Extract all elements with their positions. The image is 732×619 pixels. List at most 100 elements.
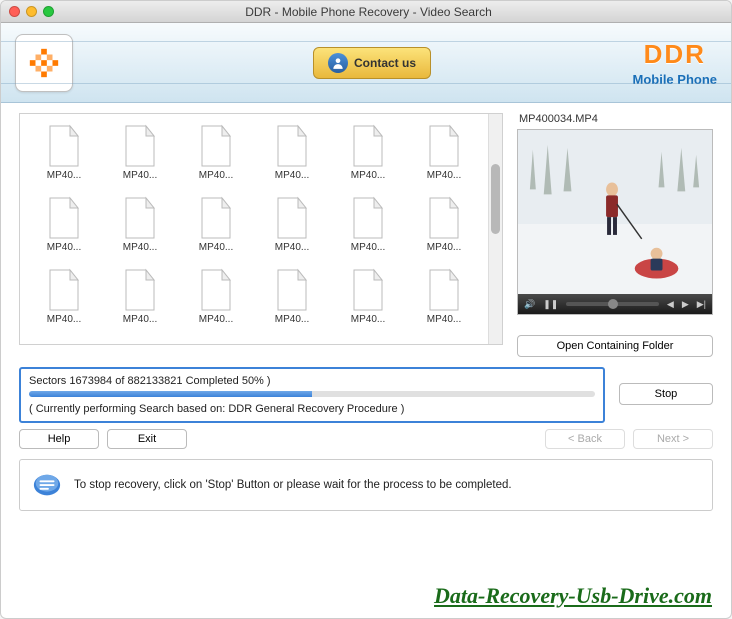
file-icon — [196, 196, 236, 240]
file-icon — [120, 268, 160, 312]
file-icon — [272, 124, 312, 168]
file-item[interactable]: MP40... — [256, 124, 328, 190]
file-label: MP40... — [275, 170, 309, 181]
file-item[interactable]: MP40... — [28, 196, 100, 262]
file-icon — [44, 124, 84, 168]
progress-panel: Sectors 1673984 of 882133821 Completed 5… — [19, 367, 605, 423]
file-item[interactable]: MP40... — [104, 268, 176, 334]
brand-main: DDR — [633, 39, 718, 70]
file-item[interactable]: MP40... — [28, 268, 100, 334]
file-icon — [120, 196, 160, 240]
minimize-icon[interactable] — [26, 6, 37, 17]
app-logo — [15, 34, 73, 92]
file-icon — [348, 124, 388, 168]
next-icon[interactable]: ▶| — [697, 299, 706, 310]
window-title: DDR - Mobile Phone Recovery - Video Sear… — [54, 5, 683, 19]
file-item[interactable]: MP40... — [180, 196, 252, 262]
watermark: Data-Recovery-Usb-Drive.com — [434, 583, 712, 609]
file-list-panel: MP40... MP40... MP40... MP40... MP40... MP40.… — [19, 113, 503, 357]
next-button[interactable]: Next > — [633, 429, 713, 449]
prev-icon[interactable]: ◀ — [667, 299, 674, 310]
file-label: MP40... — [47, 242, 81, 253]
hint-panel: To stop recovery, click on 'Stop' Button… — [19, 459, 713, 511]
file-icon — [196, 124, 236, 168]
scrollbar-thumb[interactable] — [491, 164, 500, 234]
file-icon — [44, 196, 84, 240]
maximize-icon[interactable] — [43, 6, 54, 17]
person-icon — [328, 53, 348, 73]
volume-icon[interactable]: 🔊 — [524, 299, 535, 310]
file-label: MP40... — [47, 314, 81, 325]
file-icon — [424, 196, 464, 240]
file-icon — [272, 196, 312, 240]
file-icon — [196, 268, 236, 312]
file-label: MP40... — [351, 242, 385, 253]
content-area: MP40... MP40... MP40... MP40... MP40... MP40.… — [1, 103, 731, 363]
file-item[interactable]: MP40... — [104, 196, 176, 262]
exit-button[interactable]: Exit — [107, 429, 187, 449]
seek-knob[interactable] — [608, 299, 618, 309]
file-label: MP40... — [427, 314, 461, 325]
file-label: MP40... — [275, 242, 309, 253]
file-icon — [120, 124, 160, 168]
file-item[interactable]: MP40... — [28, 124, 100, 190]
file-item[interactable]: MP40... — [256, 196, 328, 262]
help-button[interactable]: Help — [19, 429, 99, 449]
file-grid-container: MP40... MP40... MP40... MP40... MP40... MP40.… — [19, 113, 503, 345]
file-item[interactable]: MP40... — [332, 196, 404, 262]
file-item[interactable]: MP40... — [408, 196, 480, 262]
file-item[interactable]: MP40... — [180, 124, 252, 190]
file-label: MP40... — [199, 314, 233, 325]
file-grid: MP40... MP40... MP40... MP40... MP40... MP40.… — [20, 114, 488, 344]
file-label: MP40... — [123, 314, 157, 325]
play-icon[interactable]: ▶ — [682, 299, 689, 310]
contact-us-label: Contact us — [354, 56, 416, 70]
file-item[interactable]: MP40... — [180, 268, 252, 334]
preview-thumbnail — [518, 130, 712, 314]
file-icon — [348, 196, 388, 240]
progress-row: Sectors 1673984 of 882133821 Completed 5… — [1, 367, 731, 423]
info-icon — [32, 470, 62, 500]
titlebar: DDR - Mobile Phone Recovery - Video Sear… — [1, 1, 731, 23]
nav-row: Help Exit < Back Next > — [1, 423, 731, 455]
hint-text: To stop recovery, click on 'Stop' Button… — [74, 479, 512, 491]
brand-block: DDR Mobile Phone — [633, 39, 718, 87]
stop-button[interactable]: Stop — [619, 383, 713, 405]
file-icon — [424, 124, 464, 168]
file-icon — [424, 268, 464, 312]
contact-us-button[interactable]: Contact us — [313, 47, 431, 79]
file-item[interactable]: MP40... — [408, 268, 480, 334]
progress-status-text: Sectors 1673984 of 882133821 Completed 5… — [29, 375, 595, 387]
close-icon[interactable] — [9, 6, 20, 17]
video-controls: 🔊 ❚❚ ◀ ▶ ▶| — [518, 294, 712, 314]
file-label: MP40... — [275, 314, 309, 325]
video-preview[interactable]: 🔊 ❚❚ ◀ ▶ ▶| — [517, 129, 713, 315]
traffic-lights — [9, 6, 54, 17]
file-label: MP40... — [427, 242, 461, 253]
file-label: MP40... — [351, 170, 385, 181]
file-item[interactable]: MP40... — [256, 268, 328, 334]
brand-sub: Mobile Phone — [633, 72, 718, 87]
pause-icon[interactable]: ❚❚ — [543, 299, 558, 310]
file-item[interactable]: MP40... — [408, 124, 480, 190]
progress-bar — [29, 391, 595, 397]
file-icon — [348, 268, 388, 312]
file-item[interactable]: MP40... — [332, 124, 404, 190]
progress-fill — [29, 391, 312, 397]
file-label: MP40... — [123, 242, 157, 253]
open-containing-folder-button[interactable]: Open Containing Folder — [517, 335, 713, 357]
file-label: MP40... — [427, 170, 461, 181]
scrollbar[interactable] — [488, 114, 502, 344]
header-banner: Contact us DDR Mobile Phone — [1, 23, 731, 103]
preview-filename: MP400034.MP4 — [517, 113, 713, 125]
seek-bar[interactable] — [566, 302, 659, 306]
file-label: MP40... — [123, 170, 157, 181]
back-button[interactable]: < Back — [545, 429, 625, 449]
file-label: MP40... — [351, 314, 385, 325]
app-window: DDR - Mobile Phone Recovery - Video Sear… — [0, 0, 732, 619]
file-item[interactable]: MP40... — [332, 268, 404, 334]
file-icon — [44, 268, 84, 312]
file-label: MP40... — [199, 170, 233, 181]
progress-sub-text: ( Currently performing Search based on: … — [29, 403, 595, 415]
file-item[interactable]: MP40... — [104, 124, 176, 190]
